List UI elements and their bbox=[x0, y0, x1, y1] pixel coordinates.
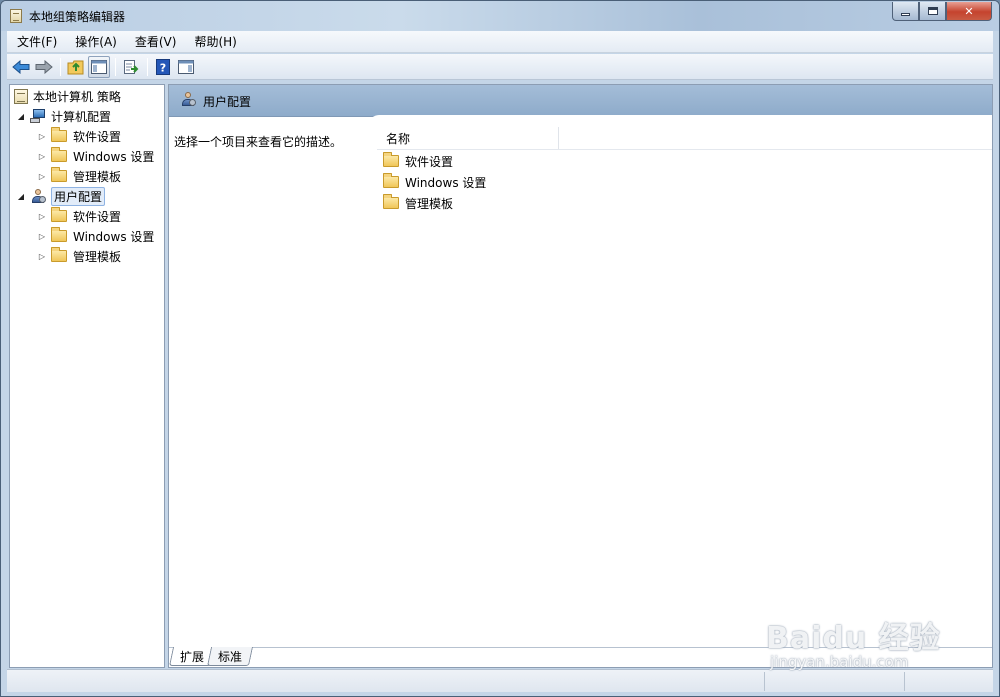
list-item[interactable]: Windows 设置 bbox=[383, 173, 486, 191]
tree-item-root[interactable]: 本地计算机 策略 bbox=[14, 87, 121, 105]
folder-icon bbox=[383, 194, 399, 209]
toolbar-separator bbox=[60, 57, 61, 76]
tree-item-computer-windows[interactable]: ▷ Windows 设置 bbox=[37, 147, 154, 165]
status-divider bbox=[904, 672, 905, 691]
menu-view[interactable]: 查看(V) bbox=[127, 33, 185, 50]
folder-icon bbox=[51, 207, 67, 222]
tree-item-computer-config[interactable]: ◢ 计算机配置 bbox=[16, 107, 111, 125]
folder-icon bbox=[51, 227, 67, 242]
tree-item-computer-admin[interactable]: ▷ 管理模板 bbox=[37, 167, 121, 185]
tree-item-label: Windows 设置 bbox=[73, 149, 155, 164]
user-config-icon bbox=[30, 188, 46, 204]
list-item-label: 软件设置 bbox=[405, 154, 454, 169]
up-folder-icon bbox=[67, 60, 84, 74]
help-button[interactable]: ? bbox=[152, 56, 174, 78]
policy-editor-icon bbox=[10, 9, 22, 23]
window-title: 本地组策略编辑器 bbox=[29, 10, 126, 24]
folder-icon bbox=[51, 247, 67, 262]
up-folder-button[interactable] bbox=[65, 56, 87, 78]
folder-icon bbox=[51, 147, 67, 162]
toolbar-separator bbox=[115, 57, 116, 76]
tree-item-label: 管理模板 bbox=[73, 169, 122, 184]
folder-icon bbox=[383, 173, 399, 188]
list-item[interactable]: 管理模板 bbox=[383, 194, 453, 212]
menu-bar: 文件(F) 操作(A) 查看(V) 帮助(H) bbox=[7, 31, 993, 53]
export-list-button[interactable] bbox=[120, 56, 142, 78]
status-divider bbox=[764, 672, 765, 691]
list-header: 名称 bbox=[377, 127, 992, 150]
tree-item-label: 软件设置 bbox=[73, 209, 122, 224]
toolbar: ? bbox=[7, 54, 993, 80]
collapsed-arrow-icon[interactable]: ▷ bbox=[37, 131, 47, 141]
forward-button[interactable] bbox=[33, 56, 55, 78]
tab-label: 标准 bbox=[218, 650, 243, 664]
collapsed-arrow-icon[interactable]: ▷ bbox=[37, 171, 47, 181]
show-hide-tree-icon bbox=[91, 59, 107, 74]
user-config-icon bbox=[180, 92, 196, 107]
collapsed-arrow-icon[interactable]: ▷ bbox=[37, 231, 47, 241]
show-action-pane-icon bbox=[178, 59, 194, 74]
tree-item-user-config[interactable]: ◢ 用户配置 bbox=[16, 186, 106, 206]
details-pane: 用户配置 选择一个项目来查看它的描述。 名称 软件设置 Windows 设置 管… bbox=[168, 84, 993, 668]
maximize-button[interactable] bbox=[919, 2, 946, 21]
close-icon: ✕ bbox=[964, 4, 974, 18]
svg-text:?: ? bbox=[160, 61, 166, 74]
forward-icon bbox=[35, 59, 53, 74]
show-action-pane-button[interactable] bbox=[175, 56, 197, 78]
description-text: 选择一个项目来查看它的描述。 bbox=[174, 135, 343, 149]
menu-action[interactable]: 操作(A) bbox=[67, 33, 125, 50]
show-hide-tree-button[interactable] bbox=[88, 55, 110, 78]
export-list-icon bbox=[124, 59, 139, 74]
view-tabs: 扩展 标准 bbox=[168, 647, 992, 667]
back-button[interactable] bbox=[10, 56, 32, 78]
help-icon: ? bbox=[156, 58, 170, 75]
expanded-arrow-icon[interactable]: ◢ bbox=[16, 111, 26, 121]
minimize-icon bbox=[901, 12, 910, 16]
tree-item-computer-software[interactable]: ▷ 软件设置 bbox=[37, 127, 121, 145]
tree-item-label: 管理模板 bbox=[73, 249, 122, 264]
list-item[interactable]: 软件设置 bbox=[383, 152, 453, 170]
folder-icon bbox=[383, 152, 399, 167]
computer-icon bbox=[30, 109, 46, 123]
close-button[interactable]: ✕ bbox=[946, 2, 992, 21]
list-view-corner bbox=[369, 115, 992, 127]
menu-file[interactable]: 文件(F) bbox=[9, 33, 65, 50]
folder-icon bbox=[51, 167, 67, 182]
expanded-arrow-icon[interactable]: ◢ bbox=[16, 191, 26, 201]
console-tree: 本地计算机 策略 ◢ 计算机配置 ▷ 软件设置 ▷ Windows 设置 ▷ 管… bbox=[9, 84, 165, 668]
toolbar-separator bbox=[147, 57, 148, 76]
menu-help[interactable]: 帮助(H) bbox=[186, 33, 244, 50]
tree-item-user-admin[interactable]: ▷ 管理模板 bbox=[37, 247, 121, 265]
list-item-label: 管理模板 bbox=[405, 196, 454, 211]
tree-item-user-windows[interactable]: ▷ Windows 设置 bbox=[37, 227, 154, 245]
status-bar bbox=[7, 669, 993, 692]
details-header: 用户配置 bbox=[169, 85, 992, 117]
tree-item-label: 用户配置 bbox=[51, 186, 106, 206]
tree-item-user-software[interactable]: ▷ 软件设置 bbox=[37, 207, 121, 225]
tree-item-label: 软件设置 bbox=[73, 129, 122, 144]
maximize-icon bbox=[927, 7, 938, 15]
tab-standard[interactable]: 标准 bbox=[206, 647, 254, 666]
collapsed-arrow-icon[interactable]: ▷ bbox=[37, 251, 47, 261]
tab-label: 扩展 bbox=[180, 650, 205, 664]
title-bar: 本地组策略编辑器 ✕ bbox=[1, 1, 999, 31]
collapsed-arrow-icon[interactable]: ▷ bbox=[37, 151, 47, 161]
details-title: 用户配置 bbox=[203, 95, 252, 109]
tree-item-label: Windows 设置 bbox=[73, 229, 155, 244]
minimize-button[interactable] bbox=[892, 2, 919, 21]
back-icon bbox=[12, 59, 30, 74]
app-window: 本地组策略编辑器 ✕ 文件(F) 操作(A) 查看(V) 帮助(H) ? 本地计… bbox=[0, 0, 1000, 697]
folder-icon bbox=[51, 127, 67, 142]
tree-item-label: 计算机配置 bbox=[51, 109, 112, 124]
collapsed-arrow-icon[interactable]: ▷ bbox=[37, 211, 47, 221]
list-item-label: Windows 设置 bbox=[405, 175, 487, 190]
column-header-name[interactable]: 名称 bbox=[377, 127, 559, 149]
policy-icon bbox=[14, 88, 28, 104]
tree-item-label: 本地计算机 策略 bbox=[33, 89, 121, 104]
